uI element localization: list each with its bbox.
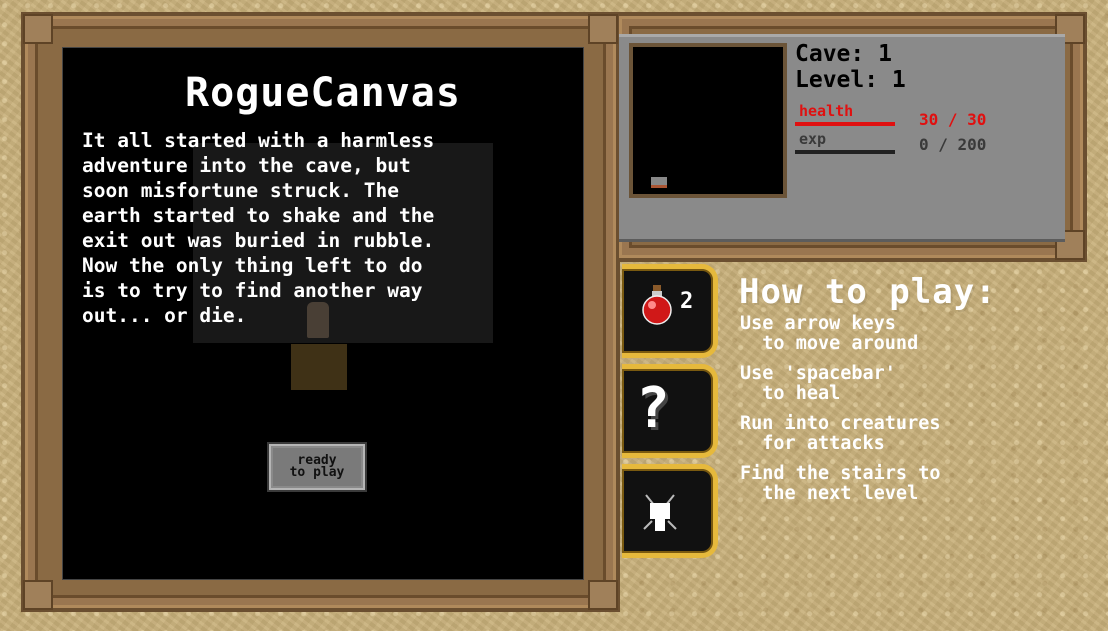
howto-instruction: Use arrow keys to move around — [740, 313, 919, 354]
howto-instruction: Use 'spacebar' to heal — [740, 363, 896, 404]
minimap-player-icon — [651, 177, 667, 188]
game-canvas[interactable]: RogueCanvas It all started with a harmle… — [62, 47, 584, 580]
potion-button[interactable]: 2 — [622, 264, 718, 358]
exp-label: exp — [799, 130, 827, 148]
health-bar — [795, 122, 895, 126]
frame-corner — [588, 580, 618, 610]
frame-corner — [23, 580, 53, 610]
minimap — [629, 43, 787, 198]
health-label: health — [799, 102, 854, 120]
level-number: Level: 1 — [795, 67, 906, 93]
settings-button[interactable] — [622, 464, 718, 558]
potion-icon — [642, 285, 672, 325]
help-icon: ? — [636, 376, 670, 441]
help-button[interactable]: ? — [622, 364, 718, 458]
howto-instruction: Find the stairs to the next level — [740, 463, 941, 504]
dungeon-floor-tile — [291, 344, 347, 390]
status-panel: Cave: 1 Level: 1 health 30 / 30 exp 0 / … — [619, 34, 1065, 242]
exp-value: 0 / 200 — [919, 135, 987, 154]
how-to-play-title: How to play: — [739, 272, 997, 312]
frame-corner — [23, 14, 53, 44]
settings-icon — [643, 494, 677, 531]
cave-number: Cave: 1 — [795, 41, 892, 67]
status-frame: Cave: 1 Level: 1 health 30 / 30 exp 0 / … — [619, 12, 1087, 262]
game-title: RogueCanvas — [185, 70, 461, 116]
potion-count: 2 — [680, 289, 694, 314]
exp-bar — [795, 150, 895, 154]
ready-to-play-button[interactable]: ready to play — [267, 442, 367, 492]
frame-corner — [588, 14, 618, 44]
howto-instruction: Run into creatures for attacks — [740, 413, 941, 454]
health-value: 30 / 30 — [919, 110, 987, 129]
intro-story-text: It all started with a harmless adventure… — [82, 129, 435, 327]
ready-button-label: ready to play — [289, 453, 345, 480]
